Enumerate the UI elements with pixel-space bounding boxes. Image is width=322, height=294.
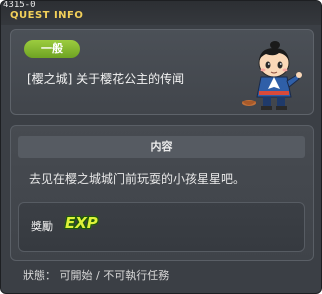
quest-title: [樱之城] 关于樱花公主的传闻: [27, 72, 185, 86]
quest-category-tag: 一般: [24, 40, 80, 58]
window-title: QUEST INFO: [10, 10, 84, 21]
quest-info-window: 4315-0 QUEST INFO 一般 [樱之城] 关于樱花公主的传闻 内容 …: [0, 0, 322, 294]
quest-id: 4315-0: [3, 0, 36, 10]
npc-boy-portrait-icon: [241, 37, 307, 113]
exp-reward-icon[interactable]: EXP: [65, 214, 98, 232]
quest-description: 去见在樱之城城门前玩耍的小孩星星吧。: [29, 172, 246, 186]
reward-label: 獎勵: [31, 220, 53, 233]
title-bar[interactable]: 4315-0 QUEST INFO: [1, 0, 321, 25]
content-section-header: 内容: [18, 136, 305, 158]
quest-status: 狀態： 可開始 / 不可執行任務: [23, 269, 170, 282]
reward-box: [18, 202, 305, 252]
